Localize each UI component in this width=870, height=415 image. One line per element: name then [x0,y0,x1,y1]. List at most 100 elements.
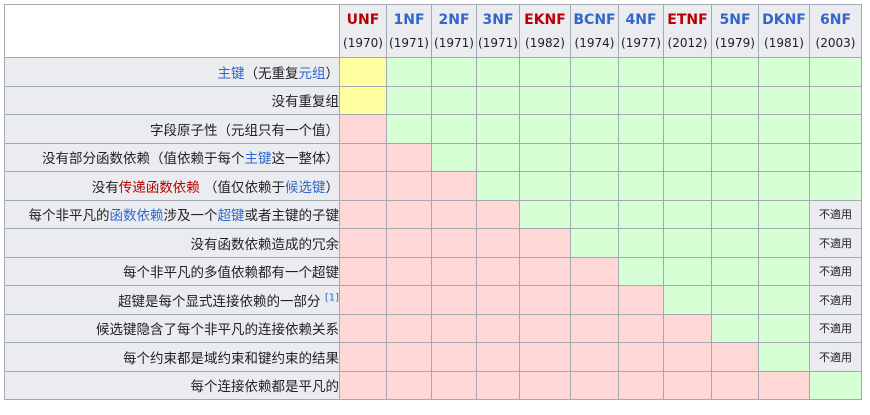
cell-unf-r [339,370,387,400]
cell-5nf-g [711,228,759,258]
cell-6nf-g [809,114,862,144]
cell-bcnf-g [570,228,619,258]
cell-5nf-g [711,114,759,144]
row-label-text: （值仅依赖于 [199,179,285,196]
cell-bcnf-g [570,199,619,229]
row-label: 没有部分函数依赖（值依赖于每个主键这一整体） [4,142,340,172]
cell-1nf-r [386,228,432,258]
column-link-bcnf[interactable]: BCNF [572,11,618,29]
cell-unf-r [339,313,387,343]
table-row: 主键（无重复元组） [4,57,862,87]
cell-bcnf-r [570,313,619,343]
cell-dknf-g [758,342,810,372]
column-year: (2003) [815,36,856,50]
cell-unf-r [339,142,387,172]
cell-2nf-g [431,142,477,172]
row-label: 没有重复组 [4,85,340,115]
row-label-text: 每个非平凡的 [28,208,110,225]
row-label-link[interactable]: 传递函数依赖 [119,180,200,196]
cell-5nf-g [711,313,759,343]
row-label-link[interactable]: 函数依赖 [110,208,164,224]
cell-bcnf-r [570,342,619,372]
cell-eknf-g [519,57,571,87]
row-label-link[interactable]: 元组 [299,66,326,82]
column-header-5nf: 5NF (1979) [711,4,759,58]
cell-2nf-r [431,370,477,400]
cell-2nf-g [431,85,477,115]
row-label-link[interactable]: 候选键 [285,180,326,196]
cell-eknf-g [519,171,571,201]
reference-link[interactable]: [1] [325,292,339,303]
column-header-3nf: 3NF (1971) [476,4,520,58]
cell-5nf-g [711,142,759,172]
column-link-2nf[interactable]: 2NF [433,11,476,29]
cell-3nf-g [476,142,520,172]
cell-2nf-r [431,285,477,315]
cell-6nf-na: 不適用 [809,342,862,372]
row-label-text: 候选键隐含了每个非平凡的连接依赖关系 [96,322,339,339]
column-link-3nf[interactable]: 3NF [478,11,519,29]
column-link-4nf[interactable]: 4NF [620,11,663,29]
cell-unf-r [339,285,387,315]
cell-6nf-na: 不適用 [809,256,862,286]
column-link-6nf[interactable]: 6NF [811,11,861,29]
cell-unf-r [339,256,387,286]
row-label-text: 涉及一个 [163,208,218,225]
cell-3nf-g [476,114,520,144]
cell-dknf-g [758,228,810,258]
cell-dknf-g [758,285,810,315]
cell-1nf-r [386,256,432,286]
column-link-unf[interactable]: UNF [341,11,386,29]
cell-6nf-na: 不適用 [809,285,862,315]
cell-4nf-g [618,85,664,115]
cell-eknf-r [519,313,571,343]
column-header-dknf: DKNF (1981) [758,4,810,58]
cell-bcnf-g [570,85,619,115]
cell-2nf-r [431,228,477,258]
cell-etnf-g [663,85,712,115]
row-label-text: ） [325,65,339,82]
column-link-5nf[interactable]: 5NF [713,11,758,29]
cell-6nf-g [809,142,862,172]
cell-3nf-r [476,199,520,229]
row-label-text: 超键是每个显式连接依赖的一部分 [118,293,325,310]
column-link-etnf[interactable]: ETNF [665,11,711,29]
cell-etnf-r [663,313,712,343]
cell-1nf-g [386,57,432,87]
cell-3nf-g [476,85,520,115]
cell-etnf-r [663,370,712,400]
cell-etnf-g [663,171,712,201]
column-year: (1981) [764,36,804,50]
cell-bcnf-g [570,142,619,172]
cell-4nf-g [618,142,664,172]
row-label-link[interactable]: 主键 [218,66,245,82]
cell-unf-r [339,199,387,229]
cell-etnf-g [663,256,712,286]
row-label: 没有传递函数依赖 （值仅依赖于候选键） [4,171,340,201]
normal-forms-table: UNF (1970) 1NF (1971) 2NF (1971) 3NF (1971) EKNF… [4,4,862,400]
column-link-dknf[interactable]: DKNF [760,11,809,29]
cell-4nf-r [618,370,664,400]
cell-eknf-r [519,228,571,258]
cell-etnf-g [663,228,712,258]
row-label-link[interactable]: 超键 [218,208,245,224]
row-label-text: 每个非平凡的多值依赖都有一个超键 [123,265,339,282]
cell-eknf-g [519,85,571,115]
row-label-text: ） [325,179,339,196]
row-label-text: 没有函数依赖造成的冗余 [190,236,339,253]
cell-dknf-r [758,370,810,400]
cell-5nf-r [711,342,759,372]
row-label-text: 字段原子性（元组只有一个值） [150,122,339,139]
column-header-1nf: 1NF (1971) [386,4,432,58]
column-link-eknf[interactable]: EKNF [521,11,570,29]
row-label: 候选键隐含了每个非平凡的连接依赖关系 [4,313,340,343]
cell-etnf-g [663,142,712,172]
column-year: (2012) [667,36,708,50]
row-label-text: 没有重复组 [271,94,339,111]
row-label-link[interactable]: 主键 [245,151,272,167]
cell-unf-r [339,171,387,201]
column-year: (1971) [478,36,518,50]
header-row: UNF (1970) 1NF (1971) 2NF (1971) 3NF (1971) EKNF… [4,4,862,58]
cell-1nf-g [386,114,432,144]
column-link-1nf[interactable]: 1NF [388,11,431,29]
